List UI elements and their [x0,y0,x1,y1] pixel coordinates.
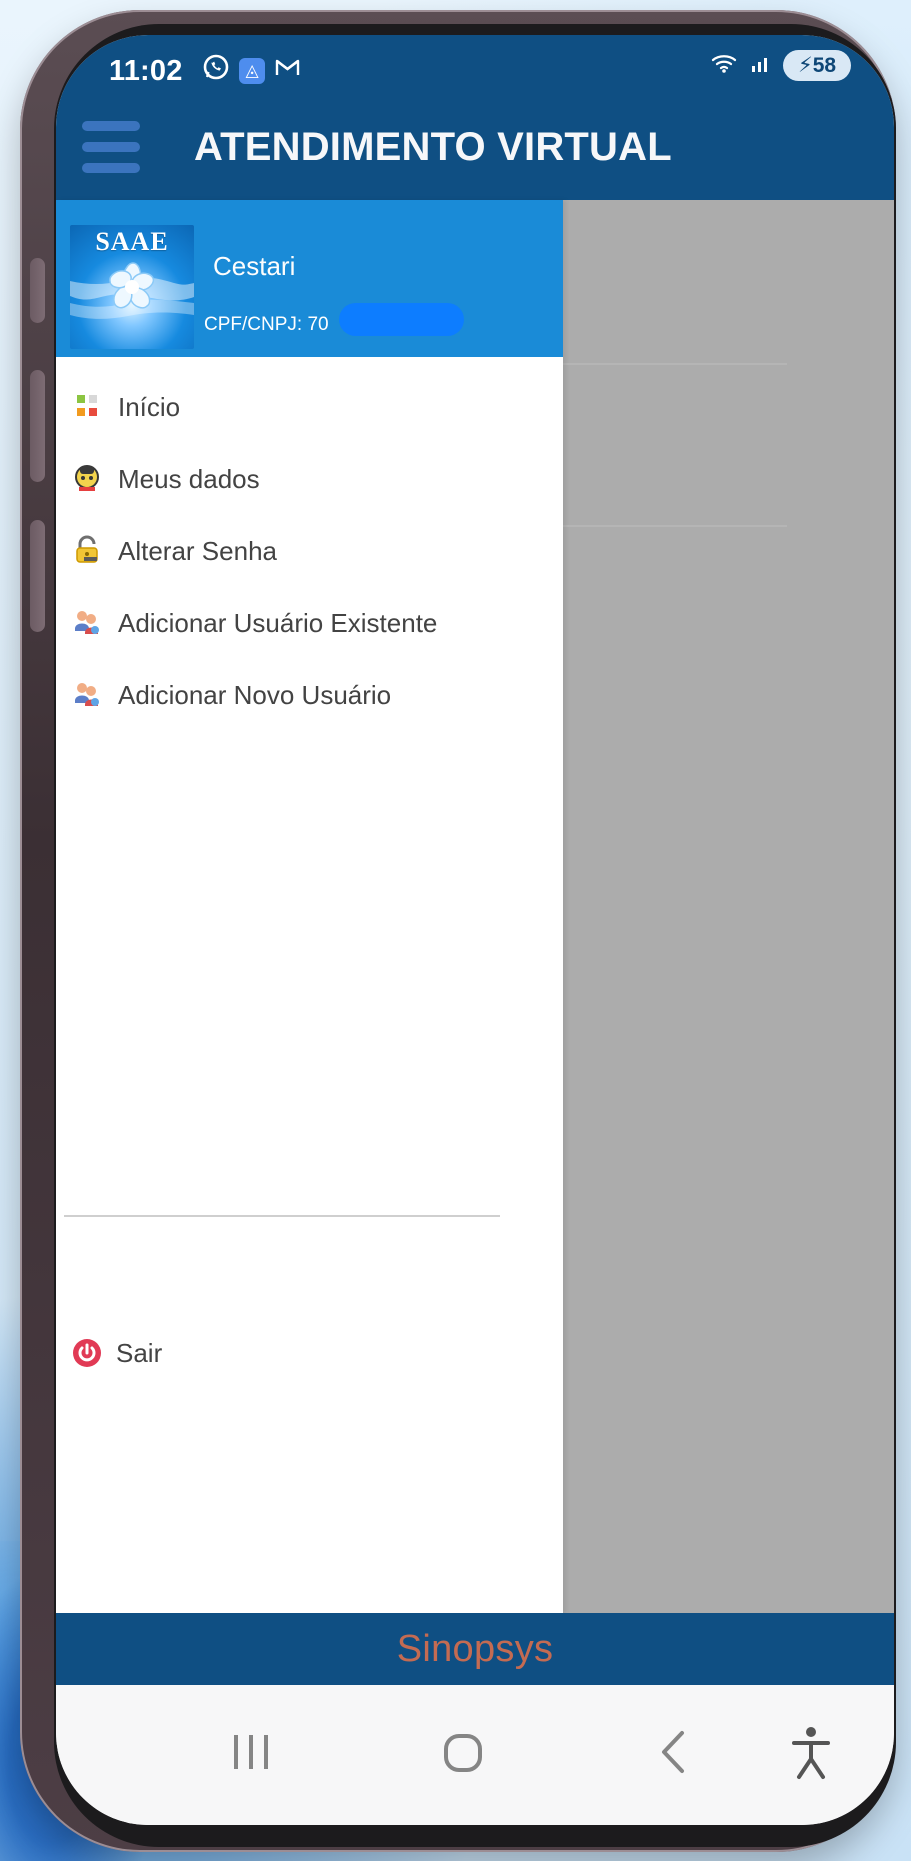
battery-level: 58 [812,53,837,77]
hamburger-line-icon [82,163,140,173]
home-icon [444,1734,482,1772]
status-icons-left: ◬ [202,53,301,88]
status-time: 11:02 [109,55,183,87]
saae-logo: SAAE [70,225,194,349]
menu-item-adicionar-novo-usuario[interactable]: Adicionar Novo Usuário [56,658,563,730]
footer-brand-bar: Sinopsys [56,1613,894,1685]
menu-item-alterar-senha-label: Alterar Senha [118,535,277,566]
navigation-drawer: SAAE Cestari CPF/CNPJ: 70 Início Meus da… [56,200,563,1613]
wifi-icon [709,51,739,81]
phone-side-button [30,258,45,323]
accessibility-icon [792,1727,830,1779]
menu-item-meus-dados[interactable]: Meus dados [56,442,563,514]
profile-name: Cestari [213,251,296,281]
recent-apps-icon [234,1735,268,1769]
lock-icon [70,533,104,567]
recent-apps-button[interactable] [196,1705,306,1800]
footer-brand-text: Sinopsys [396,1627,554,1670]
menu-item-sair-label: Sair [116,1337,163,1368]
status-bar: 11:02 ◬ ⚡ 58 [56,35,894,97]
gmail-icon [274,56,301,85]
back-button[interactable] [620,1705,730,1800]
backdrop-divider [561,363,787,365]
profile-card[interactable]: SAAE Cestari CPF/CNPJ: 70 [56,200,563,357]
battery-icon: ⚡ [797,54,813,77]
battery-indicator: ⚡ 58 [783,50,851,81]
whatsapp-icon [202,53,230,88]
app-icon: ◬ [239,57,265,84]
menu-item-meus-dados-label: Meus dados [118,463,260,494]
menu-item-inicio-label: Início [118,391,181,422]
back-icon [662,1731,684,1773]
drawer-menu-list: Início Meus dados Alterar Senha Adiciona… [56,370,563,730]
profile-document: CPF/CNPJ: 70 [204,314,329,335]
drawer-divider [64,1215,500,1217]
menu-item-alterar-senha[interactable]: Alterar Senha [56,514,563,586]
users-add-icon [70,677,104,711]
status-icons-right: ⚡ 58 [709,50,851,81]
hamburger-menu-button[interactable] [82,117,140,177]
menu-item-adicionar-usuario-existente-label: Adicionar Usuário Existente [118,607,438,638]
user-profile-icon [70,461,104,495]
backdrop-divider [561,525,787,527]
app-header: ATENDIMENTO VIRTUAL [56,97,894,200]
phone-screen: 11:02 ◬ ⚡ 58 ATENDIMENTO VIRTUAL SAAE Ce… [56,35,894,1825]
phone-side-button [30,520,45,632]
menu-item-sair[interactable]: Sair [56,1324,162,1382]
accessibility-button[interactable] [756,1705,866,1800]
signal-icon [749,51,773,81]
grid-icon [70,389,104,423]
menu-item-adicionar-novo-usuario-label: Adicionar Novo Usuário [118,679,392,710]
redaction-mark [339,303,464,336]
phone-side-button [30,370,45,482]
hamburger-line-icon [82,142,140,152]
page-title: ATENDIMENTO VIRTUAL [194,125,672,169]
home-button[interactable] [408,1705,518,1800]
menu-item-adicionar-usuario-existente[interactable]: Adicionar Usuário Existente [56,586,563,658]
users-add-icon [70,605,104,639]
hamburger-line-icon [82,121,140,131]
power-icon [70,1336,104,1370]
android-navigation-bar [56,1685,894,1825]
menu-item-inicio[interactable]: Início [56,370,563,442]
